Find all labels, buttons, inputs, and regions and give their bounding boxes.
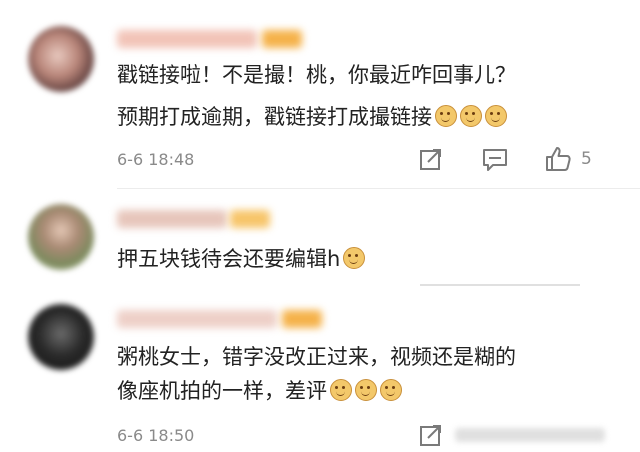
avatar[interactable] — [28, 204, 94, 270]
comment-text: 押五块钱待会还要编辑h — [117, 240, 366, 278]
comment-timestamp: 6-6 18:50 — [117, 426, 195, 445]
avatar[interactable] — [28, 26, 94, 92]
username[interactable] — [117, 30, 257, 48]
comment-text-line: 粥桃女士，错字没改正过来，视频还是糊的 — [117, 345, 516, 369]
user-badge — [230, 210, 270, 228]
comment-text-line: 戳链接啦！不是撮！桃，你最近咋回事儿？ — [117, 63, 516, 87]
comment-icon[interactable] — [481, 147, 509, 173]
comment-text-line: 押五块钱待会还要编辑h — [117, 247, 341, 271]
username[interactable] — [117, 310, 277, 328]
comment-item: 戳链接啦！不是撮！桃，你最近咋回事儿？ 预期打成逾期，戳链接打成撮链接 6-6 … — [0, 0, 640, 190]
doge-emoji-icon — [343, 247, 366, 269]
comment-text-line: 像座机拍的一样，差评 — [117, 379, 327, 403]
doge-emoji-icon — [460, 105, 482, 127]
avatar[interactable] — [28, 304, 94, 370]
doge-emoji-icon — [435, 105, 457, 127]
comment-item: 粥桃女士，错字没改正过来，视频还是糊的 像座机拍的一样，差评 6-6 18:50 — [0, 290, 640, 452]
comment-text-line: 预期打成逾期，戳链接打成撮链接 — [117, 105, 432, 129]
watermark-blur — [455, 428, 605, 442]
comment-text: 粥桃女士，错字没改正过来，视频还是糊的 — [117, 338, 516, 376]
doge-emoji-icon — [380, 379, 402, 401]
comment-text: 预期打成逾期，戳链接打成撮链接 — [117, 98, 507, 136]
user-badge — [282, 310, 322, 328]
username[interactable] — [117, 210, 227, 228]
comment-item: 押五块钱待会还要编辑h — [0, 190, 640, 290]
comment-text: 像座机拍的一样，差评 — [117, 372, 402, 410]
comment-timestamp: 6-6 18:48 — [117, 150, 195, 169]
doge-emoji-icon — [355, 379, 377, 401]
share-icon[interactable] — [418, 422, 444, 448]
like-count: 5 — [581, 149, 592, 169]
comment-text: 戳链接啦！不是撮！桃，你最近咋回事儿？ — [117, 56, 516, 94]
doge-emoji-icon — [485, 105, 507, 127]
doge-emoji-icon — [330, 379, 352, 401]
thumbs-up-icon[interactable] — [544, 145, 572, 173]
divider — [117, 188, 640, 189]
user-badge — [262, 30, 302, 48]
share-icon[interactable] — [418, 146, 444, 172]
